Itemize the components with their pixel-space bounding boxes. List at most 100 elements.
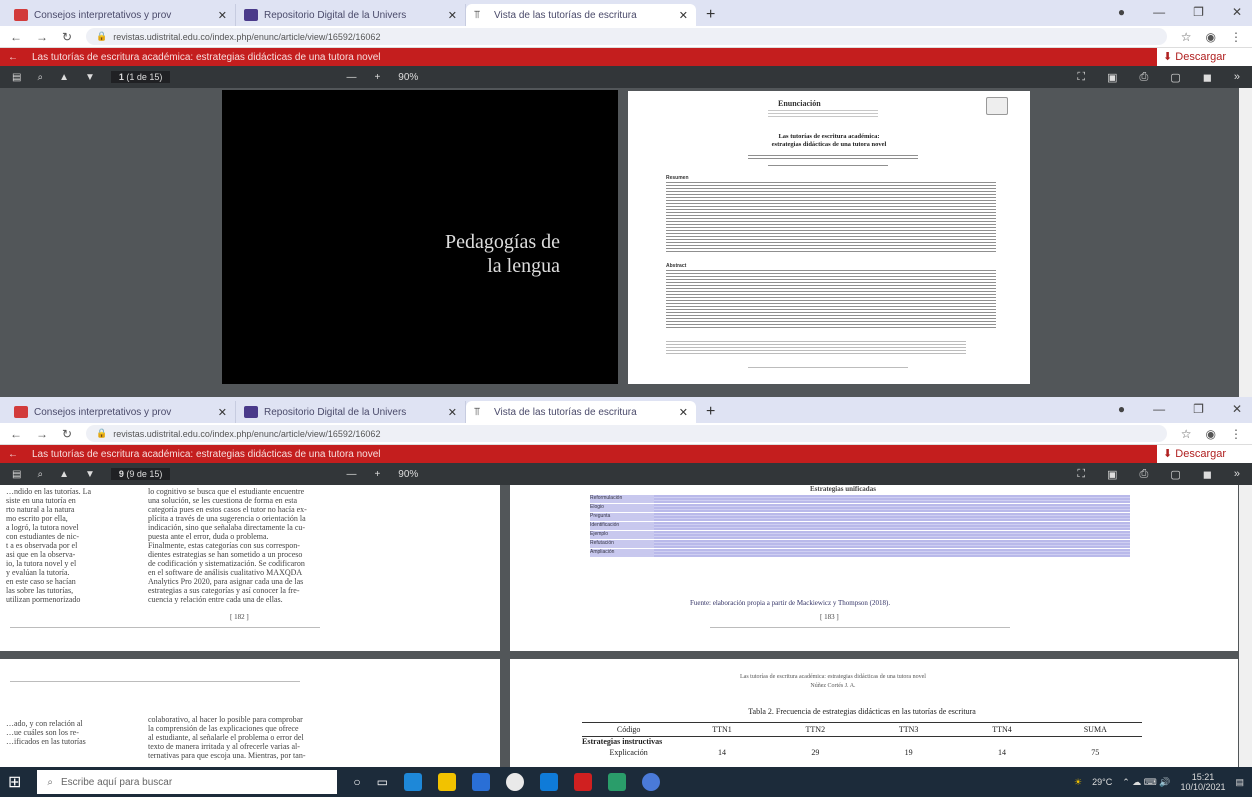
print-icon[interactable]: ⎙ — [1140, 71, 1149, 84]
tab-3[interactable]: ⫪ Vista de las tutorías de escritura ✕ — [466, 4, 696, 26]
back-arrow-icon[interactable]: ← — [8, 449, 18, 460]
tab-2[interactable]: Repositorio Digital de la Univers ✕ — [236, 401, 466, 423]
close-icon[interactable]: ✕ — [679, 9, 688, 22]
search-icon: ⌕ — [47, 776, 54, 788]
sidebar-toggle-icon[interactable]: ▤ — [12, 469, 21, 480]
profile-icon[interactable]: ● — [1118, 5, 1125, 19]
close-window-button[interactable]: ✕ — [1232, 5, 1242, 19]
store-icon[interactable] — [472, 773, 490, 791]
menu-icon[interactable]: ⋮ — [1230, 30, 1242, 44]
pdf-page-right-lower: Las tutorías de escritura académica: est… — [510, 659, 1238, 767]
bookmark-icon[interactable]: ◼ — [1203, 468, 1212, 481]
find-icon[interactable]: ⌕ — [37, 72, 43, 83]
back-icon[interactable]: ← — [10, 30, 22, 44]
star-icon[interactable]: ☆ — [1181, 427, 1192, 441]
notification-icon[interactable]: ▤ — [1235, 777, 1244, 788]
find-icon[interactable]: ⌕ — [37, 469, 43, 480]
vertical-scrollbar[interactable] — [1239, 88, 1252, 397]
pdf-viewer[interactable]: Pedagogías de la lengua Enunciación Las t… — [0, 88, 1252, 397]
windows-start-icon[interactable]: ⊞ — [8, 772, 21, 792]
mail-icon[interactable] — [540, 773, 558, 791]
close-icon[interactable]: ✕ — [448, 406, 457, 419]
star-icon[interactable]: ☆ — [1181, 30, 1192, 44]
running-head: Las tutorías de escritura académica: est… — [740, 674, 926, 689]
task-view-icon[interactable]: ▭ — [377, 775, 388, 789]
page-footer — [710, 627, 1010, 630]
zoom-select[interactable]: 90% — [398, 469, 418, 480]
restore-button[interactable]: ❐ — [1193, 5, 1204, 19]
prev-page-icon[interactable]: ▲ — [59, 469, 69, 480]
zoom-in-button[interactable]: + — [374, 469, 380, 480]
next-page-icon[interactable]: ▼ — [85, 469, 95, 480]
extension-icon[interactable]: ◉ — [1206, 427, 1216, 441]
table-row: Pregunta — [590, 513, 1130, 521]
table-row: Elogio — [590, 504, 1130, 512]
app-icon[interactable] — [574, 773, 592, 791]
back-icon[interactable]: ← — [10, 427, 22, 441]
tab-3[interactable]: ⫪ Vista de las tutorías de escritura ✕ — [466, 401, 696, 423]
clock[interactable]: 15:21 10/10/2021 — [1180, 772, 1225, 792]
presentation-icon[interactable]: ⛶ — [1077, 468, 1085, 481]
tray-icons[interactable]: ⌃ ☁ ⌨ 🔊 — [1122, 777, 1170, 788]
prev-page-icon[interactable]: ▲ — [59, 72, 69, 83]
zoom-out-button[interactable]: — — [346, 469, 356, 480]
app-icon[interactable] — [642, 773, 660, 791]
print-icon[interactable]: ⎙ — [1140, 468, 1149, 481]
forward-icon[interactable]: → — [36, 30, 48, 44]
close-icon[interactable]: ✕ — [679, 406, 688, 419]
app-icon[interactable] — [608, 773, 626, 791]
open-icon[interactable]: ▣ — [1107, 468, 1117, 481]
article-title[interactable]: Las tutorías de escritura académica: est… — [32, 449, 381, 460]
tab-1[interactable]: Consejos interpretativos y prov ✕ — [6, 4, 236, 26]
repo-icon — [244, 406, 258, 418]
save-icon[interactable]: ▢ — [1170, 71, 1180, 84]
tab-title: Consejos interpretativos y prov — [34, 9, 172, 21]
tab-2[interactable]: Repositorio Digital de la Univers ✕ — [236, 4, 466, 26]
bookmark-icon[interactable]: ◼ — [1203, 71, 1212, 84]
presentation-icon[interactable]: ⛶ — [1077, 71, 1085, 84]
close-icon[interactable]: ✕ — [218, 9, 227, 22]
tab-1[interactable]: Consejos interpretativos y prov ✕ — [6, 401, 236, 423]
table-source: Fuente: elaboración propia a partir de M… — [690, 599, 891, 607]
cortana-icon[interactable]: ○ — [353, 775, 360, 789]
reload-icon[interactable]: ↻ — [62, 427, 72, 441]
close-icon[interactable]: ✕ — [448, 9, 457, 22]
edge-icon[interactable] — [404, 773, 422, 791]
abstract-label: Abstract — [666, 263, 687, 269]
taskbar-search[interactable]: ⌕ Escribe aquí para buscar — [37, 770, 338, 794]
close-window-button[interactable]: ✕ — [1232, 402, 1242, 416]
chrome-icon[interactable] — [506, 773, 524, 791]
zoom-select[interactable]: 90% — [398, 72, 418, 83]
reload-icon[interactable]: ↻ — [62, 30, 72, 44]
save-icon[interactable]: ▢ — [1170, 468, 1180, 481]
profile-icon[interactable]: ● — [1118, 402, 1125, 416]
cover-title: Pedagogías de la lengua — [445, 231, 560, 277]
more-tools-icon[interactable]: » — [1234, 71, 1240, 84]
pdf-viewer[interactable]: …ndido en las tutorías. La siste en una … — [0, 485, 1252, 767]
forward-icon[interactable]: → — [36, 427, 48, 441]
download-button[interactable]: ⬇ Descargar — [1157, 48, 1252, 66]
close-icon[interactable]: ✕ — [218, 406, 227, 419]
zoom-out-button[interactable]: — — [346, 72, 356, 83]
minimize-button[interactable]: — — [1153, 402, 1165, 416]
url-field[interactable]: 🔒 revistas.udistrital.edu.co/index.php/en… — [86, 425, 1167, 442]
menu-icon[interactable]: ⋮ — [1230, 427, 1242, 441]
next-page-icon[interactable]: ▼ — [85, 72, 95, 83]
page-number-input[interactable]: 9 (9 de 15) — [110, 468, 171, 480]
download-button[interactable]: ⬇ Descargar — [1157, 445, 1252, 463]
more-tools-icon[interactable]: » — [1234, 468, 1240, 481]
restore-button[interactable]: ❐ — [1193, 402, 1204, 416]
minimize-button[interactable]: — — [1153, 5, 1165, 19]
back-arrow-icon[interactable]: ← — [8, 52, 18, 63]
sidebar-toggle-icon[interactable]: ▤ — [12, 72, 21, 83]
file-explorer-icon[interactable] — [438, 773, 456, 791]
new-tab-button[interactable]: + — [696, 4, 725, 26]
open-icon[interactable]: ▣ — [1107, 71, 1117, 84]
article-title[interactable]: Las tutorías de escritura académica: est… — [32, 52, 381, 63]
extension-icon[interactable]: ◉ — [1206, 30, 1216, 44]
zoom-in-button[interactable]: + — [374, 72, 380, 83]
new-tab-button[interactable]: + — [696, 401, 725, 423]
url-field[interactable]: 🔒 revistas.udistrital.edu.co/index.php/en… — [86, 28, 1167, 45]
vertical-scrollbar[interactable] — [1239, 485, 1252, 767]
page-number-input[interactable]: 1 (1 de 15) — [110, 71, 171, 83]
